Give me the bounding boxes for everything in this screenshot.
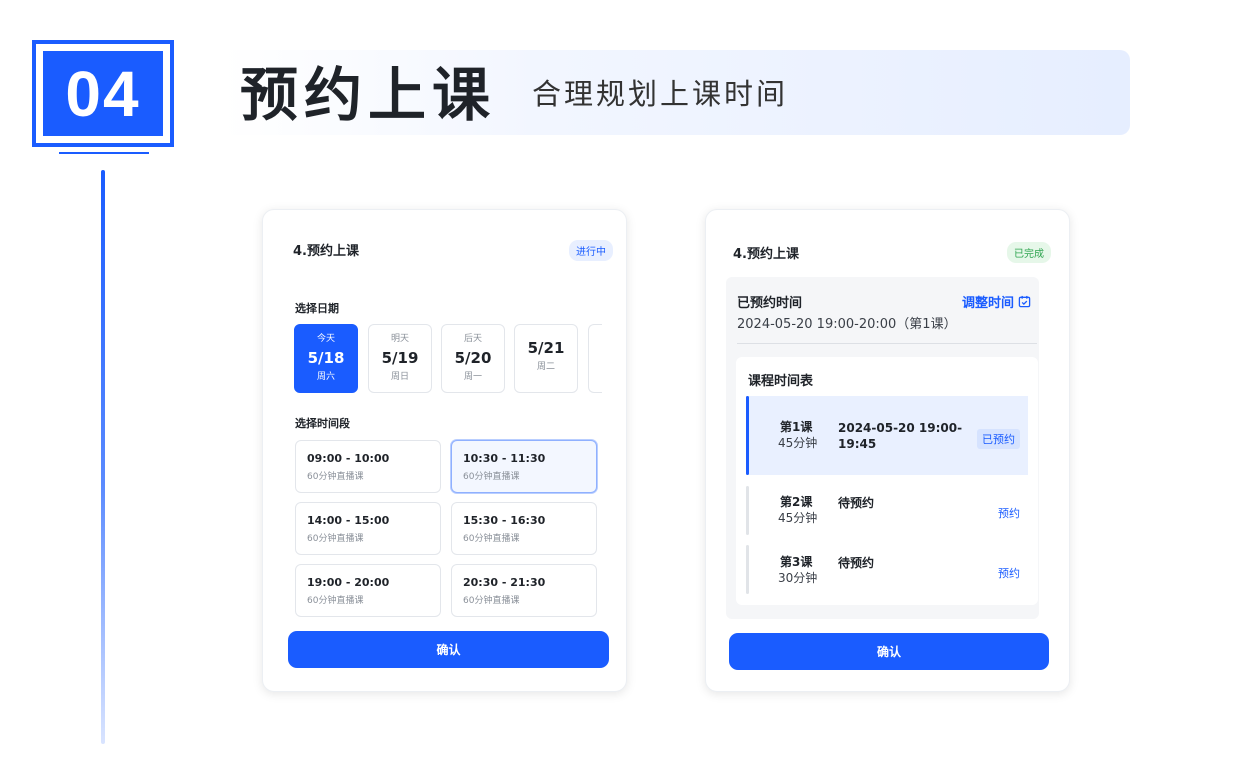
time-slot-1530[interactable]: 15:30 - 16:30 60分钟直播课 — [451, 502, 597, 555]
date-value: 5/19 — [381, 349, 419, 367]
date-tile-5-18[interactable]: 今天 5/18 周六 — [294, 324, 358, 393]
date-weekday: 周一 — [463, 372, 482, 382]
slot-desc: 60分钟直播课 — [307, 472, 364, 482]
lesson-duration: 45分钟 — [778, 436, 818, 450]
lesson-indicator-bar — [746, 545, 749, 594]
time-slot-1400[interactable]: 14:00 - 15:00 60分钟直播课 — [295, 502, 441, 555]
lesson-duration: 30分钟 — [778, 571, 818, 585]
slot-desc: 60分钟直播课 — [463, 472, 520, 482]
schedule-box: 课程时间表 第1课 45分钟 2024-05-20 19:00-19:45 已预… — [736, 357, 1038, 605]
lesson-row-2: 第2课 45分钟 待预约 预约 — [746, 486, 1028, 535]
booked-time-label: 已预约时间 — [737, 296, 803, 311]
time-slot-0900[interactable]: 09:00 - 10:00 60分钟直播课 — [295, 440, 441, 493]
slot-desc: 60分钟直播课 — [463, 596, 520, 606]
date-relative-label: 后天 — [463, 334, 482, 344]
booked-panel: 已预约时间 2024-05-20 19:00-20:00（第1课） 调整时间 课… — [726, 277, 1039, 619]
lesson-booked-badge: 已预约 — [977, 429, 1020, 449]
date-tile-5-20[interactable]: 后天 5/20 周一 — [441, 324, 505, 393]
calendar-check-icon — [1018, 295, 1031, 308]
time-slot-2030[interactable]: 20:30 - 21:30 60分钟直播课 — [451, 564, 597, 617]
date-section-label: 选择日期 — [295, 302, 339, 315]
lesson-time: 2024-05-20 19:00-19:45 — [838, 421, 963, 451]
slot-time: 10:30 - 11:30 — [463, 452, 546, 465]
slot-desc: 60分钟直播课 — [307, 534, 364, 544]
date-tile-5-19[interactable]: 明天 5/19 周日 — [368, 324, 432, 393]
lesson-indicator-bar — [746, 396, 749, 475]
date-weekday: 周六 — [316, 372, 335, 382]
slot-time: 15:30 - 16:30 — [463, 514, 546, 527]
divider — [737, 343, 1037, 344]
adjust-time-link[interactable]: 调整时间 — [962, 292, 1031, 311]
slot-time: 14:00 - 15:00 — [307, 514, 390, 527]
slot-time: 19:00 - 20:00 — [307, 576, 390, 589]
card-title: 4.预约上课 — [733, 247, 799, 262]
confirm-button[interactable]: 确认 — [729, 633, 1049, 670]
booked-time-value: 2024-05-20 19:00-20:00（第1课） — [737, 317, 957, 332]
date-relative-label: 今天 — [316, 334, 335, 344]
time-section-label: 选择时间段 — [295, 417, 350, 430]
lesson-status-text: 待预约 — [838, 496, 875, 510]
adjust-time-label: 调整时间 — [961, 296, 1014, 311]
date-weekday: 周二 — [536, 362, 555, 372]
page-title: 预约上课 — [240, 61, 497, 129]
lesson-number: 第1课 — [780, 420, 813, 434]
book-lesson-link[interactable]: 预约 — [998, 505, 1020, 521]
slot-time: 20:30 - 21:30 — [463, 576, 546, 589]
date-tile-next-partial[interactable] — [588, 324, 602, 393]
schedule-title: 课程时间表 — [748, 374, 814, 389]
date-value: 5/21 — [527, 339, 565, 357]
slot-time: 09:00 - 10:00 — [307, 452, 390, 465]
booking-card-in-progress: 4.预约上课 进行中 选择日期 今天 5/18 周六 明天 5/19 周日 后天… — [262, 209, 627, 692]
lesson-duration: 45分钟 — [778, 511, 818, 525]
status-badge: 进行中 — [569, 240, 613, 261]
date-value: 5/18 — [307, 349, 345, 367]
lesson-indicator-bar — [746, 486, 749, 535]
confirm-button[interactable]: 确认 — [288, 631, 609, 668]
time-slot-1900[interactable]: 19:00 - 20:00 60分钟直播课 — [295, 564, 441, 617]
step-number: 04 — [43, 51, 163, 136]
card-title: 4.预约上课 — [293, 244, 359, 259]
timeline-line — [101, 170, 105, 744]
step-badge: 04 — [32, 40, 174, 147]
slot-desc: 60分钟直播课 — [463, 534, 520, 544]
date-value: 5/20 — [454, 349, 492, 367]
lesson-number: 第3课 — [780, 555, 813, 569]
book-lesson-link[interactable]: 预约 — [998, 565, 1020, 581]
lesson-row-3: 第3课 30分钟 待预约 预约 — [746, 545, 1028, 594]
lesson-number: 第2课 — [780, 495, 813, 509]
badge-underline — [59, 152, 149, 154]
date-relative-label: 明天 — [390, 334, 409, 344]
booking-card-completed: 4.预约上课 已完成 已预约时间 2024-05-20 19:00-20:00（… — [705, 209, 1070, 692]
date-weekday: 周日 — [390, 372, 409, 382]
date-tile-5-21[interactable]: 5/21 周二 — [514, 324, 578, 393]
time-slot-1030[interactable]: 10:30 - 11:30 60分钟直播课 — [451, 440, 597, 493]
status-badge: 已完成 — [1007, 242, 1051, 263]
lesson-status-text: 待预约 — [838, 556, 875, 570]
lesson-row-1[interactable]: 第1课 45分钟 2024-05-20 19:00-19:45 已预约 — [746, 396, 1028, 475]
page-subtitle: 合理规划上课时间 — [532, 77, 789, 111]
slot-desc: 60分钟直播课 — [307, 596, 364, 606]
